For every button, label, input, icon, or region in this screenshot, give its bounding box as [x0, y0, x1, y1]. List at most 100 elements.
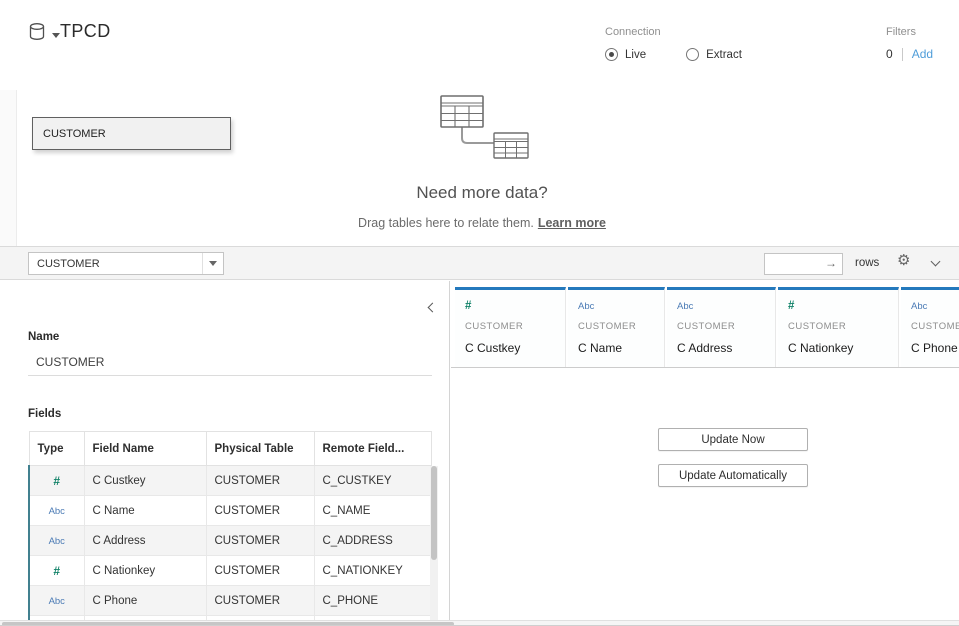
field-name-cell: C Address	[84, 526, 206, 556]
update-now-button[interactable]: Update Now	[658, 428, 808, 451]
fields-column-header[interactable]: Field Name	[84, 432, 206, 466]
number-type-icon: #	[465, 300, 555, 313]
grid-toolbar: CUSTOMER → rows ⚙	[0, 246, 959, 280]
string-type-icon: Abc	[29, 586, 84, 616]
fields-scrollbar-thumb[interactable]	[431, 466, 437, 560]
string-type-icon: Abc	[911, 300, 959, 313]
column-field-name: C Phone	[911, 341, 959, 355]
horizontal-scrollbar-track[interactable]	[0, 620, 959, 626]
filters-add-link[interactable]: Add	[912, 47, 933, 61]
remote-field-cell: C_CUSTKEY	[314, 466, 431, 496]
string-type-icon: Abc	[29, 496, 84, 526]
name-label: Name	[28, 331, 59, 343]
string-type-icon: Abc	[677, 300, 765, 313]
go-arrow-icon[interactable]: →	[825, 256, 837, 270]
datasource-title: TPCD	[60, 21, 111, 42]
column-table-name: CUSTOMER	[788, 321, 888, 332]
physical-table-cell: CUSTOMER	[206, 526, 314, 556]
learn-more-link[interactable]: Learn more	[538, 216, 606, 230]
field-row[interactable]: #C NationkeyCUSTOMERC_NATIONKEY	[29, 556, 431, 586]
grid-column-header[interactable]: Abc CUSTOMER C Address	[667, 287, 776, 367]
metadata-panel: Name CUSTOMER Fields TypeField NamePhysi…	[0, 281, 450, 620]
connection-label: Connection	[605, 26, 742, 38]
column-field-name: C Address	[677, 341, 765, 355]
number-type-icon: #	[29, 556, 84, 586]
physical-table-cell: CUSTOMER	[206, 496, 314, 526]
canvas-table-customer[interactable]: CUSTOMER	[32, 117, 231, 150]
update-automatically-button[interactable]: Update Automatically	[658, 464, 808, 487]
tables-illustration-icon	[432, 93, 547, 170]
remote-field-cell: C_PHONE	[314, 586, 431, 616]
fields-table-header-row: TypeField NamePhysical TableRemote Field…	[29, 432, 431, 466]
fields-table-container: TypeField NamePhysical TableRemote Field…	[28, 431, 438, 620]
datasource-menu-button[interactable]	[27, 22, 60, 47]
grid-header: # CUSTOMER C Custkey Abc CUSTOMER C Name Abc CU…	[451, 287, 959, 368]
grid-column-header[interactable]: Abc CUSTOMER C Phone	[901, 287, 959, 367]
name-divider	[28, 375, 432, 376]
field-name-cell: C Custkey	[84, 466, 206, 496]
fields-scrollbar-track[interactable]	[430, 466, 438, 620]
fields-column-header[interactable]: Physical Table	[206, 432, 314, 466]
field-row[interactable]: AbcC AddressCUSTOMERC_ADDRESS	[29, 526, 431, 556]
gear-icon[interactable]: ⚙	[897, 251, 910, 269]
field-row[interactable]: #C CustkeyCUSTOMERC_CUSTKEY	[29, 466, 431, 496]
field-name-cell: C Name	[84, 496, 206, 526]
radio-live-label: Live	[625, 49, 646, 61]
column-field-name: C Nationkey	[788, 341, 888, 355]
number-type-icon: #	[29, 466, 84, 496]
tableau-datasource-page: TPCD Connection Live Extract Filters 0 A…	[0, 0, 959, 626]
fields-table-body: #C CustkeyCUSTOMERC_CUSTKEYAbcC NameCUST…	[29, 466, 431, 621]
grid-column-header[interactable]: Abc CUSTOMER C Name	[568, 287, 665, 367]
empty-state-text: Drag tables here to relate them.	[358, 216, 534, 230]
connection-radio-group: Live Extract	[605, 48, 742, 61]
empty-state-title: Need more data?	[300, 183, 664, 203]
table-select-caret-zone[interactable]	[202, 253, 223, 274]
radio-extract[interactable]: Extract	[686, 48, 742, 61]
filters-count: 0	[886, 47, 893, 61]
fields-column-header[interactable]: Type	[29, 432, 84, 466]
grid-column-header[interactable]: # CUSTOMER C Nationkey	[778, 287, 899, 367]
dropdown-caret-icon	[52, 33, 60, 38]
radio-live-control[interactable]	[605, 48, 618, 61]
radio-live[interactable]: Live	[605, 48, 646, 61]
rows-count-input[interactable]: →	[764, 253, 843, 275]
number-type-icon: #	[788, 300, 888, 313]
grid-column-header[interactable]: # CUSTOMER C Custkey	[455, 287, 566, 367]
column-table-name: CUSTOMER	[911, 321, 959, 332]
radio-extract-control[interactable]	[686, 48, 699, 61]
fields-column-header[interactable]: Remote Field...	[314, 432, 431, 466]
column-table-name: CUSTOMER	[465, 321, 555, 332]
field-name-cell: C Nationkey	[84, 556, 206, 586]
horizontal-scrollbar-thumb[interactable]	[2, 622, 454, 626]
field-row[interactable]: AbcC NameCUSTOMERC_NAME	[29, 496, 431, 526]
string-type-icon: Abc	[578, 300, 654, 313]
physical-table-cell: CUSTOMER	[206, 466, 314, 496]
fields-label: Fields	[28, 408, 61, 420]
physical-table-cell: CUSTOMER	[206, 556, 314, 586]
radio-extract-label: Extract	[706, 49, 742, 61]
filters-section: Filters 0 Add	[886, 26, 933, 61]
filters-divider	[902, 48, 903, 61]
connection-section: Connection Live Extract	[605, 26, 742, 61]
field-name-cell: C Phone	[84, 586, 206, 616]
rows-label: rows	[855, 257, 879, 269]
fields-table: TypeField NamePhysical TableRemote Field…	[28, 431, 432, 620]
column-table-name: CUSTOMER	[677, 321, 765, 332]
database-icon	[27, 22, 47, 47]
remote-field-cell: C_ADDRESS	[314, 526, 431, 556]
remote-field-cell: C_NAME	[314, 496, 431, 526]
field-row[interactable]: AbcC PhoneCUSTOMERC_PHONE	[29, 586, 431, 616]
chevron-down-icon	[209, 261, 217, 266]
name-value[interactable]: CUSTOMER	[36, 355, 104, 369]
empty-state-subtitle: Drag tables here to relate them. Learn mo…	[230, 216, 734, 230]
column-field-name: C Name	[578, 341, 654, 355]
collapse-panel-icon[interactable]	[428, 303, 438, 313]
table-select-dropdown[interactable]: CUSTOMER	[28, 252, 224, 275]
column-table-name: CUSTOMER	[578, 321, 654, 332]
physical-table-cell: CUSTOMER	[206, 586, 314, 616]
left-pane-collapsed-strip[interactable]	[0, 90, 17, 246]
remote-field-cell: C_NATIONKEY	[314, 556, 431, 586]
chevron-down-icon[interactable]	[931, 257, 941, 267]
column-field-name: C Custkey	[465, 341, 555, 355]
table-select-value: CUSTOMER	[37, 258, 100, 270]
